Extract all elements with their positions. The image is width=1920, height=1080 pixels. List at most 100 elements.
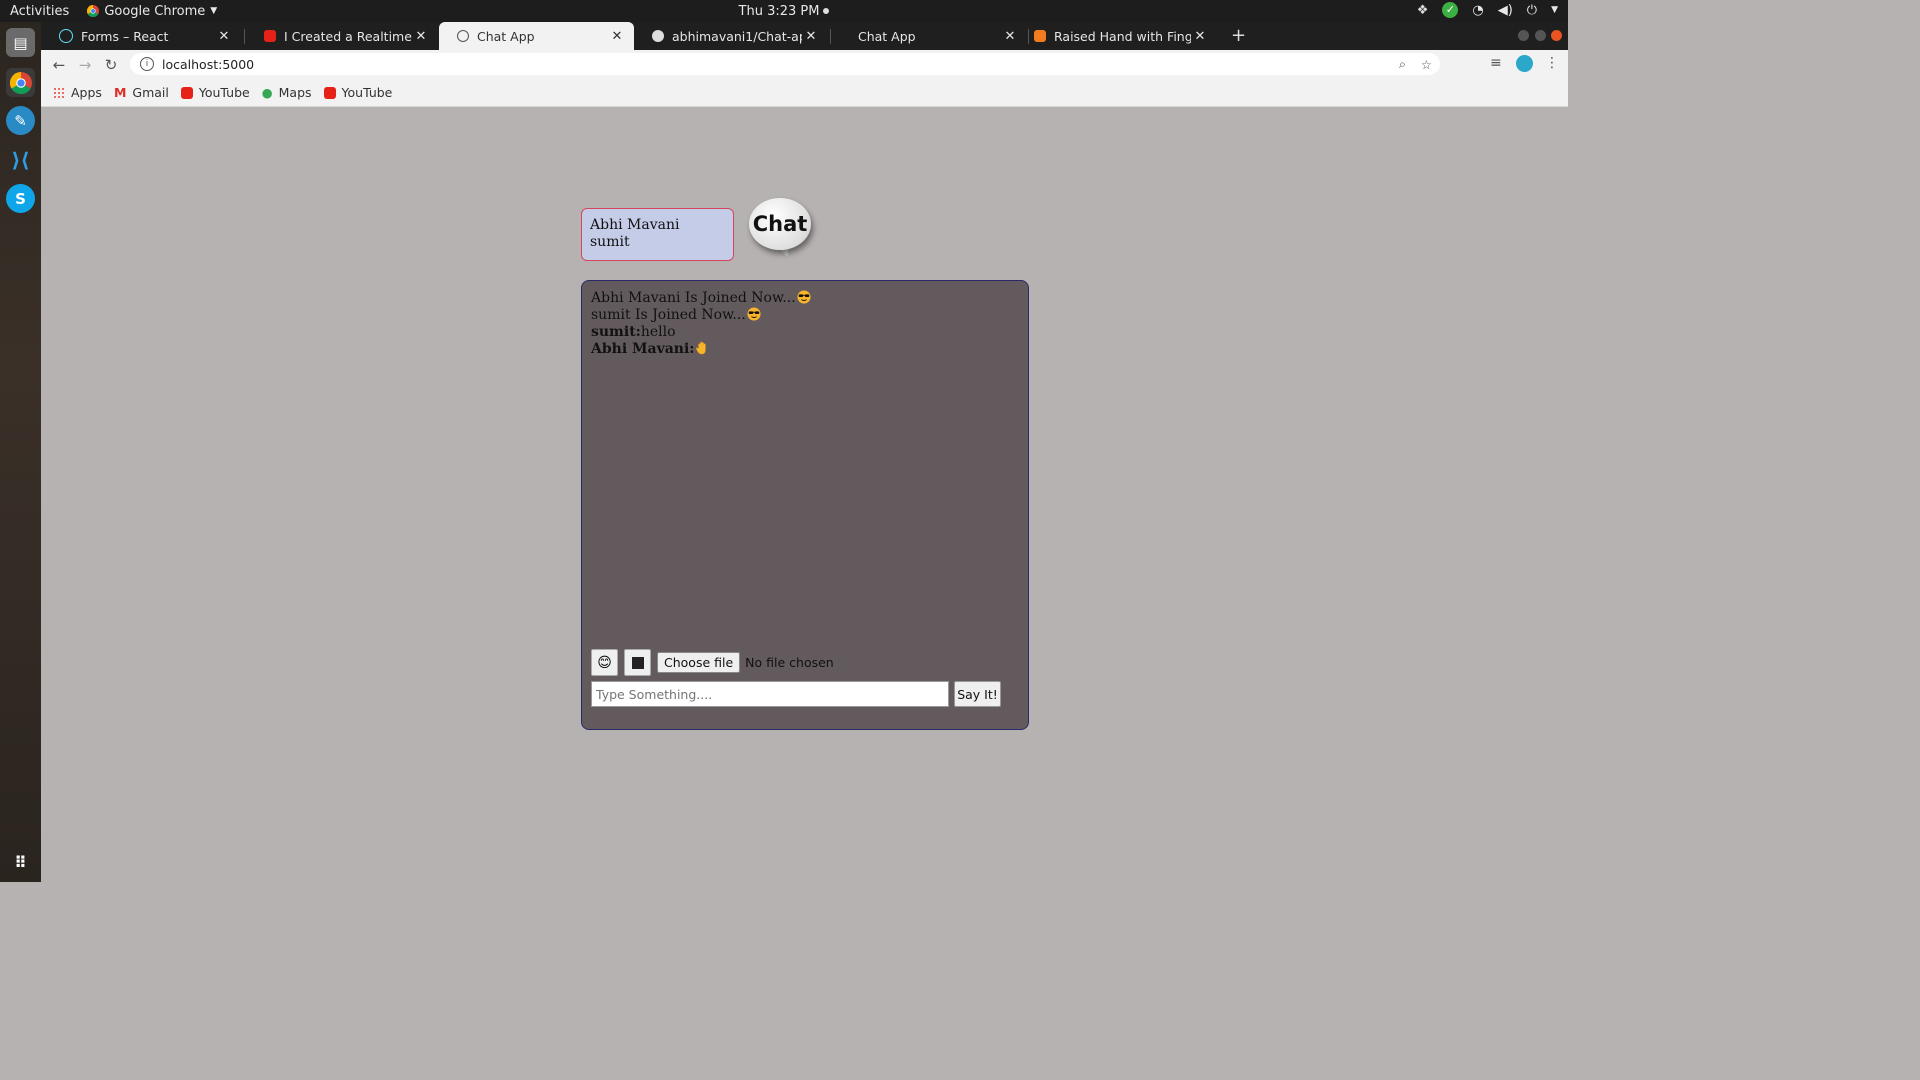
user-name: Abhi Mavani [590,217,680,233]
github-icon [652,30,664,42]
clock-text: Thu 3:23 PM [738,3,820,19]
power-icon[interactable]: ⏻ [1527,3,1537,18]
bookmark-label: YouTube [341,85,393,100]
dropbox-icon[interactable]: ❖ [1417,3,1429,18]
system-tray[interactable]: ❖ ✓ ◔ ◀) ⏻ ▼ [1417,2,1558,18]
youtube-icon [323,86,336,99]
chrome-dock-icon[interactable] [6,68,35,97]
gmail-icon: M [113,85,127,100]
message-input[interactable] [591,681,949,707]
tab-raised-hand[interactable]: Raised Hand with Finge ✕ [1030,22,1217,50]
minimize-button[interactable] [1518,30,1529,41]
bookmark-label: YouTube [198,85,250,100]
say-it-button[interactable]: Say It! [954,681,1001,707]
tab-github[interactable]: abhimavani1/Chat-app-ja ✕ [634,22,828,50]
chat-logo: Chat [749,198,811,250]
emoji-picker-button[interactable]: 😊 [591,649,618,676]
bookmark-label: Gmail [132,85,169,100]
clock[interactable]: Thu 3:23 PM [739,4,830,19]
browser-toolbar: ← → ↻ i localhost:5000 ⌕ ☆ ≡ ⋮ [41,50,1568,79]
check-icon[interactable]: ✓ [1442,2,1459,18]
close-icon[interactable]: ✕ [802,29,820,44]
composer-controls: 😊 Choose file No file chosen [591,649,834,676]
message-sender: Abhi Mavani: [591,341,695,357]
dock: ▤ ✎ ⟩⟨ S ⠿ [0,22,41,882]
zoom-icon[interactable]: ⌕ [1399,56,1406,72]
chevron-down-icon[interactable]: ▼ [1551,5,1558,15]
bookmark-label: Maps [278,85,312,100]
bookmark-maps[interactable]: ● Maps [262,85,312,100]
chevron-down-icon: ▼ [210,6,218,16]
kebab-menu-icon[interactable]: ⋮ [1545,55,1559,71]
stop-button[interactable] [624,649,651,676]
close-icon[interactable]: ✕ [608,29,626,44]
close-window-button[interactable] [1551,30,1562,41]
bookmark-label: Apps [71,85,102,100]
message-list: Abhi Mavani Is Joined Now... sumit Is Jo… [591,290,812,358]
tab-youtube-video[interactable]: I Created a Realtime Chat ✕ [246,22,438,50]
message-sender: sumit: [591,324,641,340]
tab-title: Forms – React [81,28,169,44]
globe-icon [457,30,469,42]
raised-hand-emoji-icon [696,341,707,355]
choose-file-button[interactable]: Choose file [657,652,741,673]
tab-title: abhimavani1/Chat-app-ja [672,28,802,44]
tab-title: Chat App [858,28,916,44]
volume-icon[interactable]: ◀) [1498,3,1513,18]
close-icon[interactable]: ✕ [1001,29,1019,44]
chrome-icon [87,5,100,17]
message-text: sumit Is Joined Now... [591,307,746,323]
notification-dot-icon [823,8,830,14]
close-icon[interactable]: ✕ [215,29,233,44]
files-icon[interactable]: ▤ [6,28,35,57]
bookmark-youtube[interactable]: YouTube [180,85,250,100]
postman-icon[interactable]: ✎ [6,106,35,135]
bookmark-youtube-2[interactable]: YouTube [323,85,393,100]
bookmark-apps[interactable]: Apps [53,85,102,100]
tab-title: Chat App [477,28,535,44]
youtube-icon [264,30,276,42]
bookmark-gmail[interactable]: M Gmail [114,85,169,100]
tab-forms-react[interactable]: Forms – React ✕ [41,22,241,50]
vscode-icon[interactable]: ⟩⟨ [6,145,35,174]
reload-icon[interactable]: ↻ [98,56,124,74]
app-menu-label: Google Chrome [104,3,206,19]
app-menu[interactable]: Google Chrome ▼ [87,4,217,19]
sunglasses-emoji-icon [747,307,761,321]
show-apps-icon[interactable]: ⠿ [6,848,35,877]
sunglasses-emoji-icon [797,290,811,304]
tab-title: I Created a Realtime Chat [284,28,412,44]
react-icon [59,29,73,43]
tab-chat-app[interactable]: Chat App ✕ [832,22,1027,50]
media-queue-icon[interactable]: ≡ [1490,55,1502,71]
close-icon[interactable]: ✕ [1191,29,1209,44]
user-name: sumit [590,234,630,250]
address-bar[interactable]: i localhost:5000 ⌕ ☆ [130,53,1440,75]
message-item: sumit:hello [591,324,812,341]
maps-pin-icon: ● [261,85,273,100]
message-item: Abhi Mavani: [591,341,812,358]
system-top-bar: Activities Google Chrome ▼ Thu 3:23 PM ❖… [0,0,1568,22]
tab-strip: Forms – React ✕ I Created a Realtime Cha… [41,22,1568,50]
message-text: Abhi Mavani Is Joined Now... [591,290,796,306]
profile-avatar[interactable] [1516,55,1533,72]
new-tab-button[interactable]: + [1231,25,1246,46]
youtube-icon [180,86,193,99]
message-item: Abhi Mavani Is Joined Now... [591,290,812,307]
activities-button[interactable]: Activities [10,4,69,19]
back-arrow-icon[interactable]: ← [46,56,72,74]
forward-arrow-icon[interactable]: → [72,56,98,74]
skype-icon[interactable]: S [6,184,35,213]
wifi-icon[interactable]: ◔ [1472,3,1483,18]
close-icon[interactable]: ✕ [412,29,430,44]
message-text: hello [640,324,676,340]
tab-chat-app-active[interactable]: Chat App ✕ [439,22,634,50]
message-item: sumit Is Joined Now... [591,307,812,324]
maximize-button[interactable] [1535,30,1546,41]
file-status: No file chosen [745,655,834,670]
file-input[interactable]: Choose file No file chosen [657,652,834,673]
info-icon[interactable]: i [140,57,154,71]
apps-grid-icon [53,86,65,99]
bookmark-star-icon[interactable]: ☆ [1421,57,1432,72]
tab-title: Raised Hand with Finge [1054,28,1191,44]
